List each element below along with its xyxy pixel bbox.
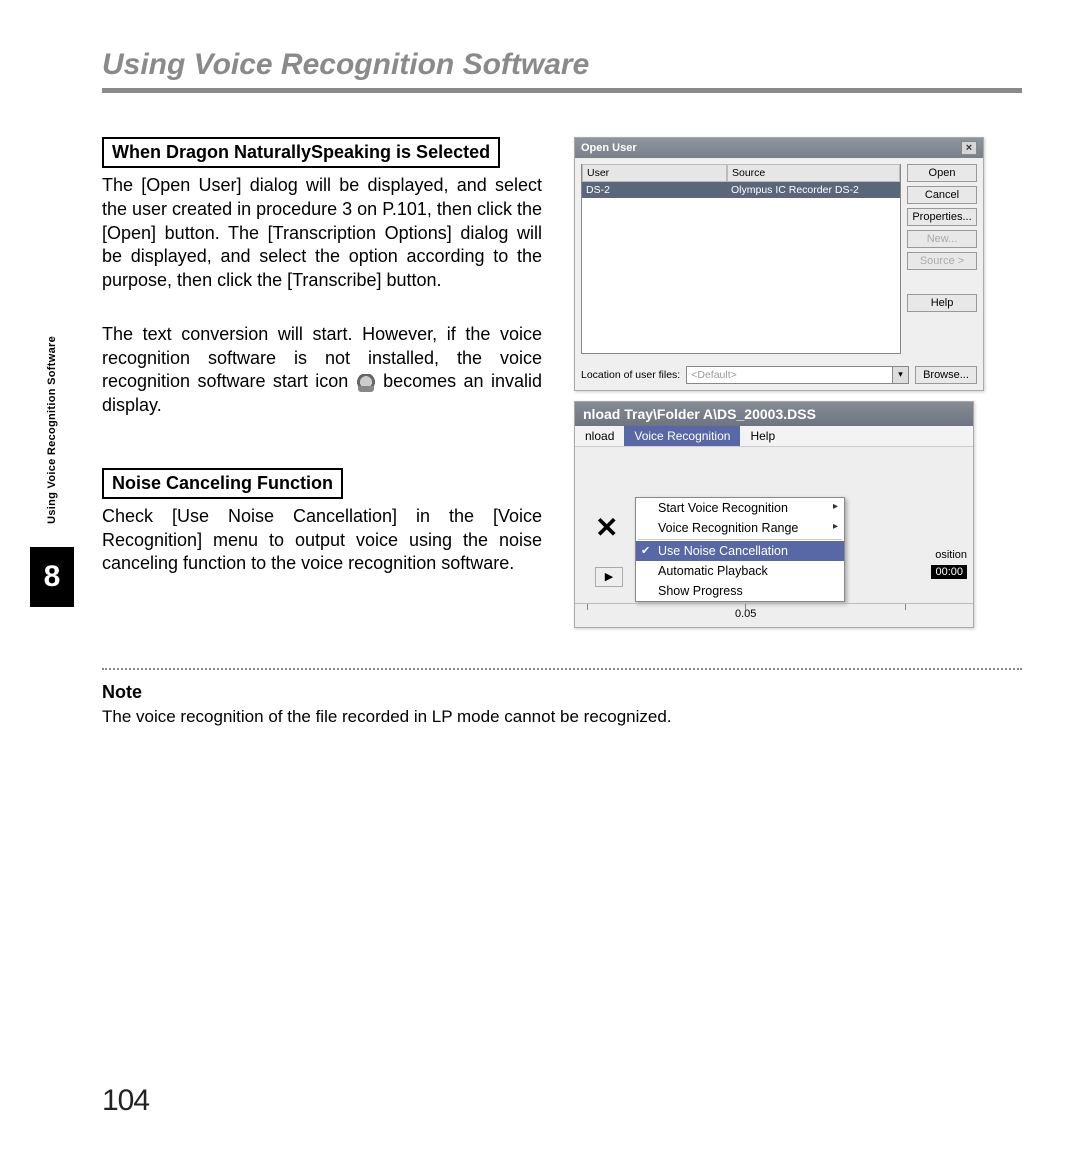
voice-start-icon	[356, 374, 376, 392]
chevron-down-icon[interactable]: ▾	[893, 366, 909, 384]
open-button[interactable]: Open	[907, 164, 977, 182]
col-user[interactable]: User	[582, 164, 727, 182]
menu-download[interactable]: nload	[575, 426, 624, 446]
browse-button[interactable]: Browse...	[915, 366, 977, 384]
help-button[interactable]: Help	[907, 294, 977, 312]
time-display: 00:00	[931, 565, 967, 579]
footer-label: Location of user files:	[581, 369, 680, 381]
source-button: Source >	[907, 252, 977, 270]
menu-item-noise-cancellation[interactable]: Use Noise Cancellation	[636, 541, 844, 561]
sidebar-label: Using Voice Recognition Software	[46, 336, 58, 524]
user-list[interactable]: User Source DS-2 Olympus IC Recorder DS-…	[581, 164, 901, 354]
row-user: DS-2	[582, 182, 727, 198]
note-heading: Note	[102, 682, 1050, 703]
menu-separator	[638, 539, 842, 540]
title-rule	[102, 88, 1022, 93]
chapter-number: 8	[30, 547, 74, 607]
location-combobox[interactable]: <Default>	[686, 366, 893, 384]
new-button: New...	[907, 230, 977, 248]
menu-help[interactable]: Help	[740, 426, 785, 446]
row-source: Olympus IC Recorder DS-2	[727, 182, 900, 198]
close-x-icon[interactable]: ✕	[595, 511, 618, 544]
menu-item-show-progress[interactable]: Show Progress	[636, 581, 844, 601]
col-source[interactable]: Source	[727, 164, 900, 182]
sidebar-tab: Using Voice Recognition Software 8	[30, 330, 74, 607]
right-column: Open User × User Source DS-2 Olympus IC …	[562, 137, 1002, 628]
note-text: The voice recognition of the file record…	[102, 707, 1050, 727]
close-icon[interactable]: ×	[961, 141, 977, 155]
dotted-divider	[102, 668, 1022, 670]
cancel-button[interactable]: Cancel	[907, 186, 977, 204]
menu-item-auto-playback[interactable]: Automatic Playback	[636, 561, 844, 581]
section1-heading: When Dragon NaturallySpeaking is Selecte…	[102, 137, 500, 168]
open-user-dialog: Open User × User Source DS-2 Olympus IC …	[574, 137, 984, 391]
properties-button[interactable]: Properties...	[907, 208, 977, 226]
section1-para1: The [Open User] dialog will be displayed…	[102, 174, 542, 293]
position-label: osition	[935, 549, 967, 561]
play-icon[interactable]: ▶	[595, 567, 623, 587]
time-ruler: 0.05	[575, 603, 973, 627]
page-title: Using Voice Recognition Software	[102, 48, 1050, 82]
window-titlebar: nload Tray\Folder A\DS_20003.DSS	[575, 402, 973, 426]
menu-item-start[interactable]: Start Voice Recognition	[636, 498, 844, 518]
menu-voice-recognition[interactable]: Voice Recognition	[624, 426, 740, 446]
section2-heading: Noise Canceling Function	[102, 468, 343, 499]
dialog-titlebar: Open User ×	[575, 138, 983, 158]
dialog-title-text: Open User	[581, 142, 637, 154]
page-number: 104	[102, 1084, 149, 1118]
menubar: nload Voice Recognition Help	[575, 426, 973, 447]
menu-screenshot: nload Tray\Folder A\DS_20003.DSS nload V…	[574, 401, 974, 628]
left-column: When Dragon NaturallySpeaking is Selecte…	[102, 137, 562, 628]
menu-item-range[interactable]: Voice Recognition Range	[636, 518, 844, 538]
section1-para2: The text conversion will start. However,…	[102, 323, 542, 418]
voice-recognition-dropdown: Start Voice Recognition Voice Recognitio…	[635, 497, 845, 602]
section2-para: Check [Use Noise Cancellation] in the [V…	[102, 505, 542, 576]
list-row-selected[interactable]: DS-2 Olympus IC Recorder DS-2	[582, 182, 900, 198]
